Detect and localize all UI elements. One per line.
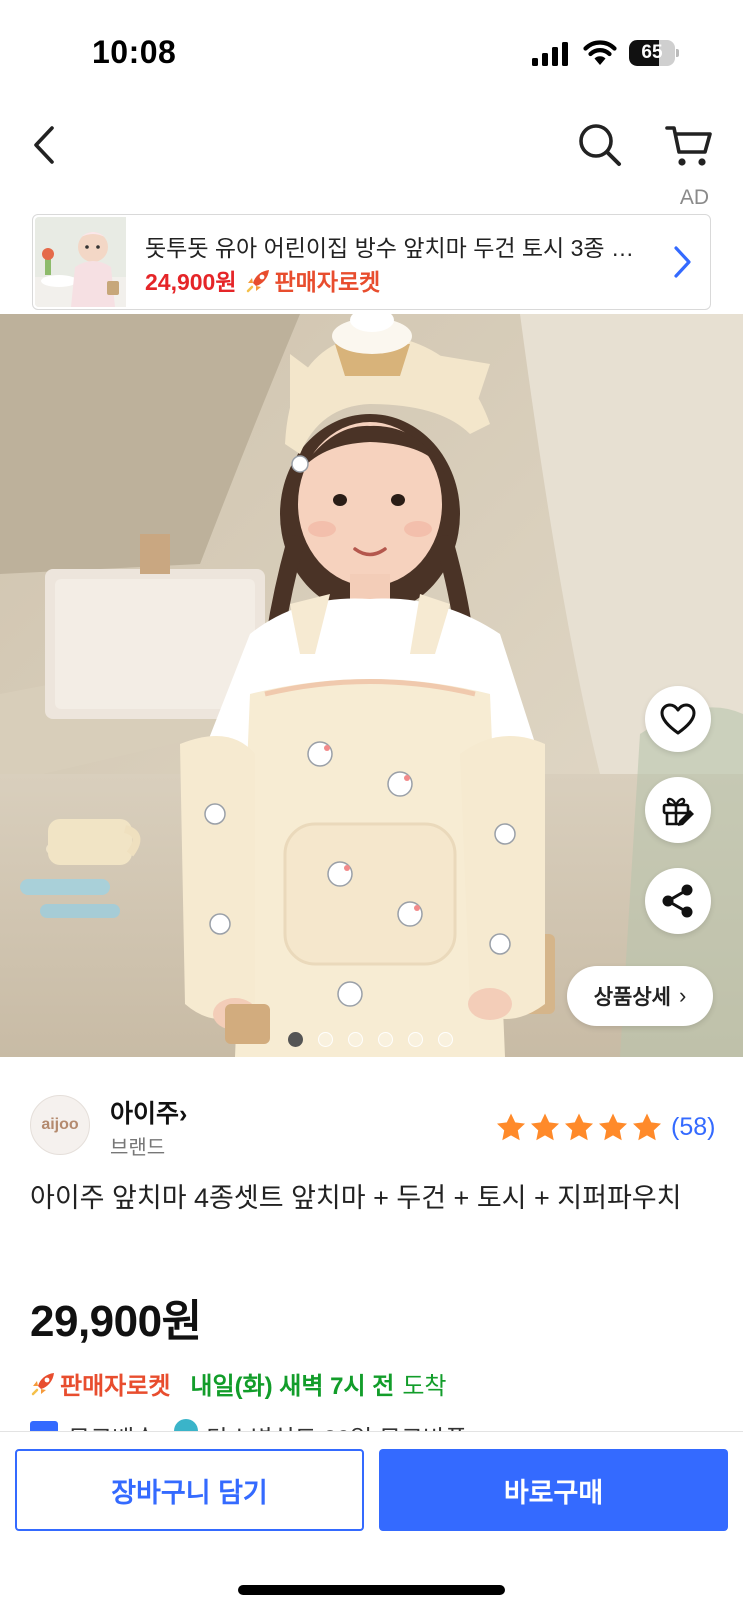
- shipping-info-row: 무료배송 당스병실도 30일 무료반품: [30, 1419, 730, 1431]
- ad-label: AD: [679, 186, 709, 209]
- ad-price: 24,900원: [145, 269, 237, 295]
- sponsored-product-banner[interactable]: 돗투돗 유아 어린이집 방수 앞치마 두건 토시 3종 세트 24,900원 판…: [32, 214, 711, 310]
- top-navigation: [0, 110, 743, 180]
- chevron-right-icon: ›: [179, 1100, 188, 1128]
- add-to-cart-button[interactable]: 장바구니 담기: [15, 1449, 364, 1531]
- wifi-icon: [583, 40, 617, 65]
- return-icon: [174, 1419, 199, 1431]
- brand-caption: 브랜드: [110, 1137, 166, 1159]
- delivery-arrive-label: 도착: [402, 1372, 447, 1400]
- free-shipping-label: 무료배송: [68, 1419, 156, 1431]
- star-icon: [633, 1113, 661, 1141]
- share-icon: [662, 884, 693, 918]
- rating-summary[interactable]: (58): [495, 1112, 715, 1142]
- star-icon: [599, 1113, 627, 1141]
- cart-icon[interactable]: [664, 120, 714, 170]
- status-bar: 10:08 65: [0, 0, 743, 100]
- delivery-info: 판매자로켓 내일(화) 새벽 7시 전 도착: [30, 1366, 446, 1400]
- heart-icon: [660, 703, 696, 735]
- truck-icon: [30, 1421, 58, 1431]
- product-price: 29,900원: [30, 1297, 202, 1346]
- product-detail-button[interactable]: 상품상세 ›: [567, 966, 713, 1026]
- chevron-right-icon: ›: [678, 983, 687, 1008]
- review-count: (58): [671, 1112, 716, 1141]
- free-return-label: 당스병실도 30일 무료반품: [206, 1419, 467, 1431]
- product-photo: [0, 314, 743, 1057]
- star-icon: [565, 1113, 593, 1141]
- battery-percent: 65: [641, 42, 663, 63]
- pagination-dot[interactable]: [288, 1032, 303, 1047]
- bottom-action-bar: 장바구니 담기 바로구매: [0, 1431, 743, 1611]
- pagination-dot[interactable]: [378, 1032, 393, 1047]
- gift-icon: [662, 797, 694, 826]
- star-icon: [531, 1113, 559, 1141]
- rocket-icon: [31, 1373, 54, 1396]
- product-detail-label: 상품상세: [593, 986, 671, 1009]
- cellular-signal-icon: [532, 42, 568, 66]
- rocket-icon: [246, 270, 269, 293]
- pagination-dot[interactable]: [408, 1032, 423, 1047]
- gallery-pagination: [288, 1032, 468, 1048]
- rocket-delivery-badge: 판매자로켓: [60, 1372, 171, 1400]
- battery-icon: 65: [629, 40, 679, 66]
- home-indicator: [238, 1585, 505, 1595]
- ad-product-thumbnail: [35, 217, 126, 307]
- product-image-gallery[interactable]: [0, 314, 743, 1057]
- search-icon[interactable]: [576, 120, 624, 170]
- star-rating: [495, 1112, 665, 1142]
- gift-button[interactable]: [645, 777, 711, 843]
- star-icon: [497, 1113, 525, 1141]
- status-time: 10:08: [92, 34, 177, 70]
- back-arrow-icon[interactable]: [26, 120, 66, 170]
- brand-name: 아이주: [110, 1100, 180, 1128]
- brand-logo[interactable]: aijoo: [30, 1095, 90, 1155]
- buy-now-button[interactable]: 바로구매: [379, 1449, 728, 1531]
- delivery-date: 내일(화) 새벽 7시 전: [190, 1372, 395, 1400]
- pagination-dot[interactable]: [318, 1032, 333, 1047]
- wishlist-button[interactable]: [645, 686, 711, 752]
- ad-product-title: 돗투돗 유아 어린이집 방수 앞치마 두건 토시 3종 세트: [145, 235, 645, 261]
- share-button[interactable]: [645, 868, 711, 934]
- product-title: 아이주 앞치마 4종셋트 앞치마 + 두건 + 토시 + 지퍼파우치: [30, 1183, 682, 1213]
- pagination-dot[interactable]: [438, 1032, 453, 1047]
- chevron-right-icon[interactable]: [672, 243, 694, 281]
- pagination-dot[interactable]: [348, 1032, 363, 1047]
- ad-rocket-badge: 판매자로켓: [274, 269, 381, 295]
- brand-link[interactable]: 아이주›: [110, 1094, 187, 1130]
- ad-price-row: 24,900원 판매자로켓: [145, 265, 380, 295]
